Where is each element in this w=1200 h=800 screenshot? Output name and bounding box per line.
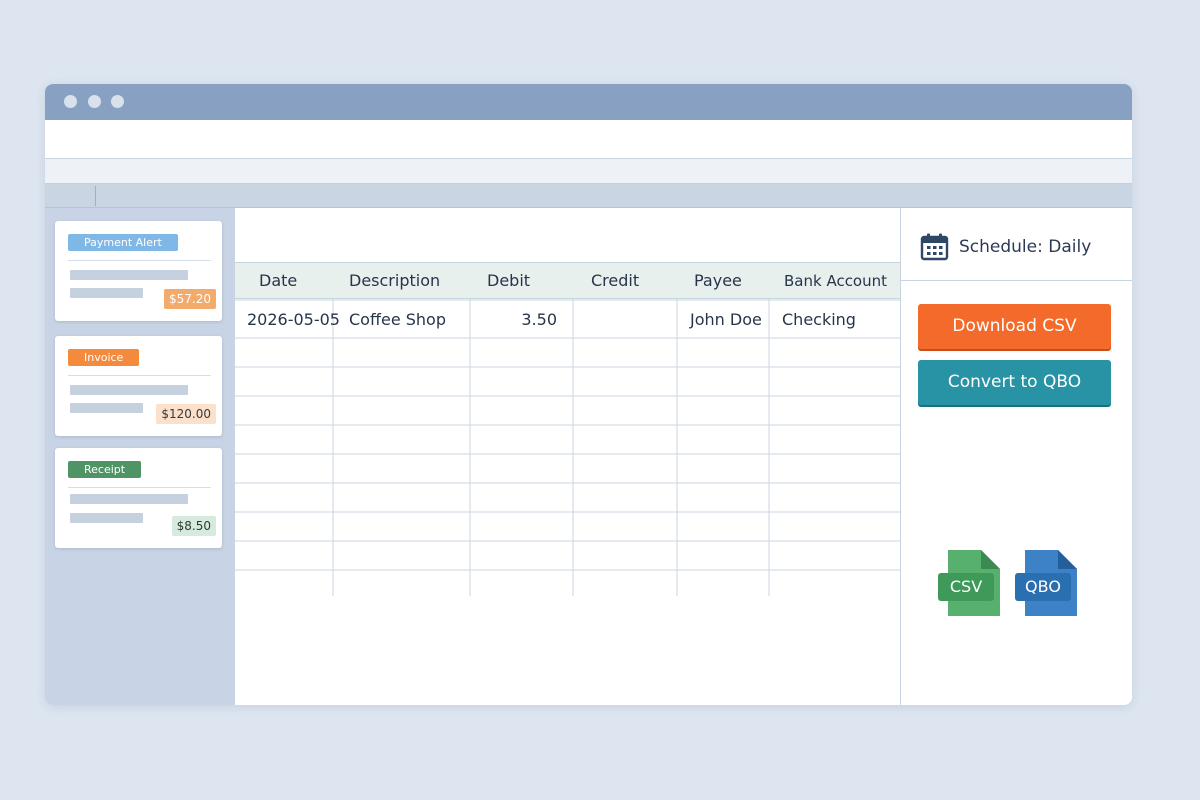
amount-badge: $57.20 [164, 289, 216, 309]
cell-debit[interactable]: 3.50 [475, 310, 557, 330]
convert-qbo-button[interactable]: Convert to QBO [918, 360, 1111, 405]
amount-badge: $8.50 [171, 516, 216, 536]
window-maximize-dot[interactable] [111, 95, 124, 108]
window-close-dot[interactable] [64, 95, 77, 108]
text-placeholder-line [70, 288, 143, 298]
tab-divider [95, 186, 96, 206]
table-header: Date Description Debit Credit Payee Bank… [235, 262, 900, 299]
cell-date[interactable]: 2026-05-05 [247, 310, 340, 330]
card-divider [68, 375, 211, 376]
app-window: Payment Alert $57.20 Invoice $120.00 Rec… [45, 84, 1132, 705]
cell-bank-account[interactable]: Checking [782, 310, 856, 330]
text-placeholder-line [70, 513, 143, 523]
text-placeholder-line [70, 385, 188, 395]
card-divider [68, 260, 211, 261]
column-header-debit[interactable]: Debit [487, 263, 530, 299]
action-panel: Schedule: Daily Download CSV Convert to … [900, 208, 1132, 705]
text-placeholder-line [70, 494, 188, 504]
amount-badge: $120.00 [156, 404, 216, 424]
text-placeholder-line [70, 403, 143, 413]
message-tag: Invoice [68, 349, 140, 366]
column-header-credit[interactable]: Credit [591, 263, 639, 299]
qbo-file-icon: QBO [1015, 548, 1079, 618]
column-header-date[interactable]: Date [259, 263, 297, 299]
column-header-payee[interactable]: Payee [694, 263, 742, 299]
card-divider [68, 487, 211, 488]
message-card-invoice[interactable]: Invoice $120.00 [55, 336, 222, 436]
calendar-icon [920, 233, 949, 261]
csv-file-icon: CSV [938, 548, 1002, 618]
cell-description[interactable]: Coffee Shop [349, 310, 446, 330]
download-csv-button[interactable]: Download CSV [918, 304, 1111, 349]
file-type-label: QBO [1015, 573, 1071, 601]
message-tag: Receipt [68, 461, 142, 478]
cell-payee[interactable]: John Doe [690, 310, 762, 330]
toolbar [45, 159, 1132, 184]
title-bar [45, 84, 1132, 120]
message-card-payment-alert[interactable]: Payment Alert $57.20 [55, 221, 222, 321]
file-type-label: CSV [938, 573, 994, 601]
schedule-label: Schedule: Daily [959, 237, 1092, 257]
column-header-description[interactable]: Description [349, 263, 440, 299]
window-minimize-dot[interactable] [88, 95, 101, 108]
message-tag: Payment Alert [68, 234, 178, 251]
address-bar[interactable] [45, 120, 1132, 159]
schedule-setting[interactable]: Schedule: Daily [901, 208, 1132, 281]
message-sidebar: Payment Alert $57.20 Invoice $120.00 Rec… [45, 208, 235, 705]
text-placeholder-line [70, 270, 188, 280]
column-header-bank-account[interactable]: Bank Account [784, 263, 887, 299]
tab-strip [45, 184, 1132, 208]
spreadsheet: Date Description Debit Credit Payee Bank… [235, 208, 900, 705]
message-card-receipt[interactable]: Receipt $8.50 [55, 448, 222, 548]
